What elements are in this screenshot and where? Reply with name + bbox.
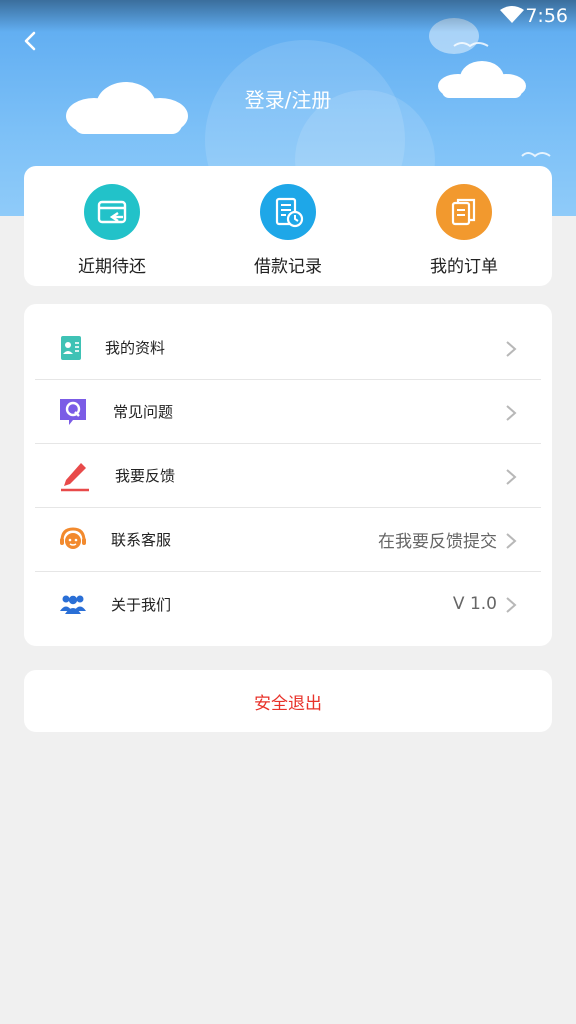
status-time: 7:56 <box>525 5 568 27</box>
menu-item-customer-service[interactable]: 联系客服 在我要反馈提交 <box>35 508 541 572</box>
status-bar: 7:56 <box>0 0 576 32</box>
chevron-right-icon <box>506 341 517 357</box>
profile-screen: 7:56 登录/注册 近期待还 借款记录 我的订单 我的资料 常见问题 我要反馈… <box>0 0 576 1024</box>
quick-action-my-orders[interactable]: 我的订单 <box>376 166 552 286</box>
menu-item-value: V 1.0 <box>452 594 497 614</box>
quick-action-recent-repay[interactable]: 近期待还 <box>24 166 200 286</box>
pencil-icon <box>61 463 89 492</box>
wifi-icon <box>500 6 524 23</box>
quick-action-label: 我的订单 <box>430 257 498 277</box>
headset-icon <box>60 527 86 549</box>
logout-button[interactable]: 安全退出 <box>24 670 552 732</box>
chevron-right-icon <box>506 597 517 613</box>
quick-action-loan-records[interactable]: 借款记录 <box>200 166 376 286</box>
chevron-right-icon <box>506 405 517 421</box>
bird-icon <box>453 42 489 48</box>
menu-item-label: 常见问题 <box>113 403 174 421</box>
document-clock-icon <box>260 184 316 240</box>
menu-item-label: 我的资料 <box>105 339 166 357</box>
menu-item-faq[interactable]: 常见问题 <box>35 380 541 444</box>
menu-item-feedback[interactable]: 我要反馈 <box>35 444 541 508</box>
menu-item-value: 在我要反馈提交 <box>378 532 497 552</box>
profile-card-icon <box>61 336 81 360</box>
group-icon <box>60 595 86 614</box>
menu-item-my-profile[interactable]: 我的资料 <box>35 316 541 380</box>
chevron-right-icon <box>506 533 517 549</box>
quick-actions-card: 近期待还 借款记录 我的订单 <box>24 166 552 286</box>
card-return-icon <box>84 184 140 240</box>
bird-icon <box>521 152 551 158</box>
quick-action-label: 近期待还 <box>78 257 146 277</box>
menu-list-card: 我的资料 常见问题 我要反馈 联系客服 在我要反馈提交 关于我们 V 1.0 <box>24 304 552 646</box>
chevron-right-icon <box>506 469 517 485</box>
faq-q-icon <box>60 399 86 425</box>
menu-item-about-us[interactable]: 关于我们 V 1.0 <box>35 572 541 636</box>
back-arrow-icon[interactable] <box>18 28 44 54</box>
documents-icon <box>436 184 492 240</box>
logout-label: 安全退出 <box>254 693 322 714</box>
login-register-link[interactable]: 登录/注册 <box>0 84 576 113</box>
menu-item-label: 关于我们 <box>111 595 172 614</box>
menu-item-label: 联系客服 <box>111 531 172 549</box>
menu-item-label: 我要反馈 <box>115 467 176 485</box>
quick-action-label: 借款记录 <box>254 257 322 277</box>
